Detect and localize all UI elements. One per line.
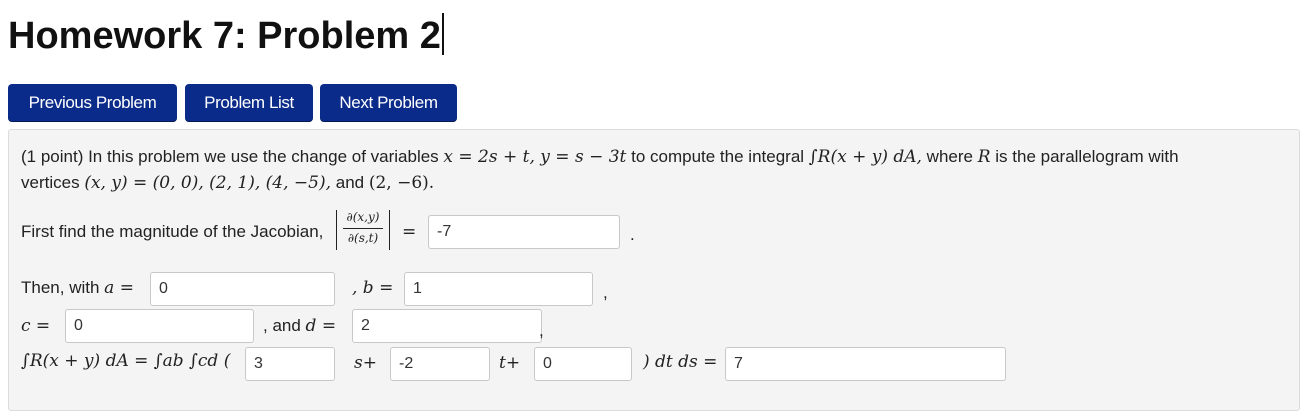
intro-where: where <box>926 147 973 166</box>
problem-statement-line-2: vertices (x, y) = (0, 0), (2, 1), (4, −5… <box>21 172 434 194</box>
d-input[interactable] <box>352 309 542 343</box>
jacobian-denominator: ∂(s,t) <box>347 231 379 245</box>
previous-problem-button[interactable]: Previous Problem <box>8 84 177 122</box>
c-input[interactable] <box>65 309 254 343</box>
jacobian-numerator: ∂(x,y) <box>346 210 380 224</box>
jacobian-period: . <box>630 225 635 244</box>
a-input[interactable] <box>150 272 335 306</box>
next-problem-button[interactable]: Next Problem <box>320 84 457 122</box>
d-var: d = <box>305 316 337 336</box>
problem-list-button[interactable]: Problem List <box>185 84 313 122</box>
jacobian-input[interactable] <box>428 215 620 249</box>
vertices-and: and <box>335 173 365 192</box>
substitution-formula: x = 2s + t, y = s − 3t <box>443 147 627 167</box>
vertices-last: (2, −6). <box>368 173 435 193</box>
t-coefficient-input[interactable] <box>390 347 490 381</box>
vertices-prefix: vertices <box>21 173 80 192</box>
page-title: Homework 7: Problem 2 <box>8 12 444 60</box>
problem-panel: (1 point) In this problem we use the cha… <box>8 129 1300 411</box>
cd-comma: , <box>539 321 544 340</box>
ab-comma: , <box>603 283 608 302</box>
b-label: , b = <box>352 278 394 298</box>
b-input[interactable] <box>404 272 593 306</box>
double-integral-expression: ∫R(x + y) dA = ∫ab ∫cd ( <box>21 351 231 371</box>
dt-ds-label: ) dt ds = <box>643 352 718 372</box>
fraction-bar <box>343 228 383 229</box>
a-label: a = <box>104 278 134 298</box>
vertices-list: (x, y) = (0, 0), (2, 1), (4, −5), <box>84 173 332 193</box>
region-symbol: R <box>977 147 991 167</box>
integral-expression: ∫R(x + y) dA, <box>808 147 922 167</box>
text-cursor <box>441 13 444 55</box>
abs-bar-left <box>336 210 337 250</box>
intro-mid: to compute the integral <box>631 147 805 166</box>
problem-statement-line-1: (1 point) In this problem we use the cha… <box>21 146 1179 168</box>
intro-prefix: (1 point) In this problem we use the cha… <box>21 147 439 166</box>
jacobian-prompt: First find the magnitude of the Jacobian… <box>21 222 324 241</box>
intro-suffix: is the parallelogram with <box>995 147 1179 166</box>
then-with-label: Then, with a = <box>21 278 134 298</box>
t-plus-label: t+ <box>499 353 521 373</box>
d-label: , and d = <box>263 316 337 336</box>
constant-input[interactable] <box>534 347 632 381</box>
integral-result-input[interactable] <box>725 347 1006 381</box>
abs-bar-right <box>389 210 390 250</box>
s-coefficient-input[interactable] <box>245 347 335 381</box>
s-plus-label: s+ <box>354 353 377 373</box>
c-label: c = <box>21 316 51 336</box>
jacobian-equals: = <box>402 222 417 242</box>
